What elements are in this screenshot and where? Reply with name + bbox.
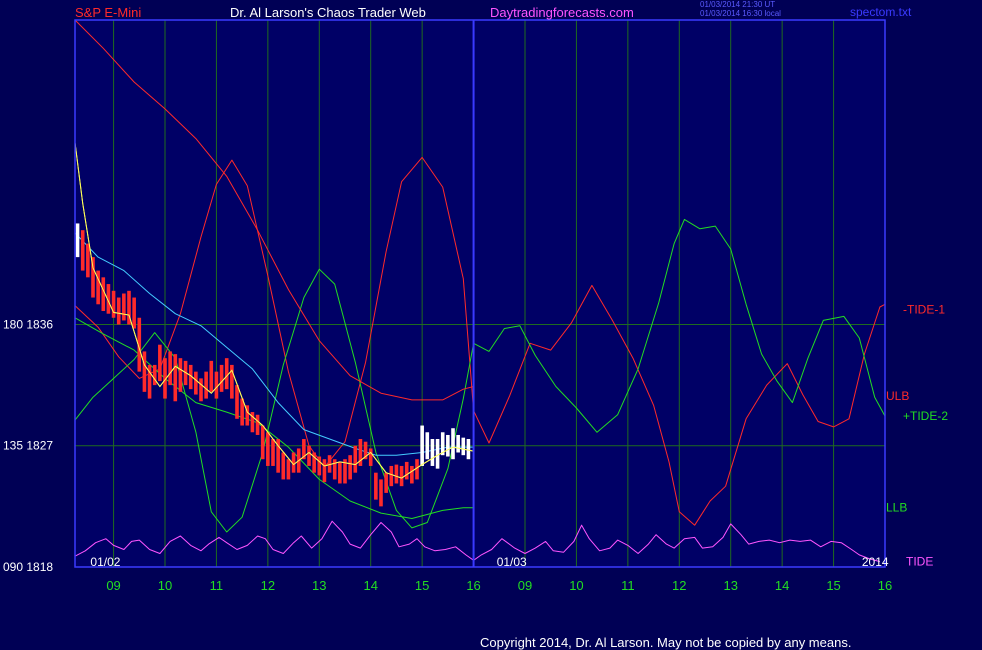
x-tick-label: 12 <box>261 578 275 593</box>
price-bar <box>317 456 322 476</box>
date-label: 2014 <box>862 555 889 569</box>
price-bar <box>430 439 435 466</box>
price-bar <box>456 434 460 453</box>
price-bar <box>451 428 455 460</box>
price-bar <box>260 425 265 460</box>
series-label: -TIDE-1 <box>903 303 945 317</box>
price-bar <box>399 465 404 487</box>
price-bar <box>332 459 337 480</box>
x-tick-label: 10 <box>158 578 172 593</box>
price-bar <box>410 465 414 484</box>
price-bar <box>425 432 430 460</box>
site-title: Dr. Al Larson's Chaos Trader Web <box>230 5 426 20</box>
x-tick-label: 09 <box>518 578 532 593</box>
price-bar <box>404 461 409 480</box>
y-tick-label: 180 1836 <box>3 317 53 331</box>
x-tick-label: 13 <box>312 578 326 593</box>
series-label: TIDE <box>906 555 933 569</box>
price-bar <box>168 351 172 386</box>
price-bar <box>101 277 106 312</box>
copyright: Copyright 2014, Dr. Al Larson. May not b… <box>480 635 852 650</box>
price-bar <box>338 461 342 484</box>
price-bar <box>271 439 275 466</box>
x-tick-label: 14 <box>363 578 377 593</box>
x-tick-label: 12 <box>672 578 686 593</box>
spectom-chart: 180 1836 135 1827 090 1818 09 10 11 12 13 14 15 16… <box>3 19 948 593</box>
x-tick-label: 13 <box>723 578 737 593</box>
instrument-title: S&P E-Mini <box>75 5 142 20</box>
price-bar <box>173 354 178 402</box>
price-bar <box>286 459 291 480</box>
price-bar <box>266 432 270 466</box>
price-bar <box>80 230 85 271</box>
price-bar <box>348 455 352 480</box>
x-tick-label: 16 <box>466 578 480 593</box>
price-bar <box>394 464 399 484</box>
date-label: 01/02 <box>90 555 120 569</box>
timestamp-local: 01/03/2014 16:30 local <box>700 9 781 18</box>
price-bar <box>224 358 229 390</box>
price-bar <box>379 479 383 507</box>
x-tick-label: 11 <box>210 578 224 593</box>
price-bar <box>322 459 327 483</box>
price-bar <box>209 360 214 392</box>
price-bar <box>152 364 157 386</box>
site-link[interactable]: Daytradingforecasts.com <box>490 5 634 20</box>
price-bar <box>75 223 80 258</box>
price-bar <box>194 371 198 395</box>
price-bar <box>374 472 378 500</box>
price-bar <box>91 257 95 298</box>
x-tick-label: 14 <box>775 578 789 593</box>
price-bar <box>142 351 147 392</box>
price-bar <box>111 290 116 318</box>
plot-area <box>75 20 885 567</box>
x-tick-label: 09 <box>106 578 120 593</box>
price-bar <box>178 358 183 392</box>
price-bar <box>116 297 121 325</box>
price-bar <box>214 371 219 399</box>
series-label: LLB <box>886 501 907 515</box>
price-bar <box>353 445 358 473</box>
price-bar <box>461 437 466 456</box>
x-tick-label: 11 <box>621 578 635 593</box>
price-bar <box>389 465 394 487</box>
x-tick-label: 16 <box>878 578 892 593</box>
y-tick-label: 090 1818 <box>3 560 53 574</box>
price-bar <box>199 378 203 402</box>
price-bar <box>368 448 373 466</box>
price-bar <box>446 434 450 457</box>
price-bar <box>86 243 90 278</box>
x-tick-label: 15 <box>826 578 840 593</box>
y-tick-label: 135 1827 <box>3 439 53 453</box>
timestamp-ut: 01/03/2014 21:30 UT <box>700 0 776 9</box>
price-bar <box>158 344 162 382</box>
price-bar <box>122 293 126 321</box>
x-tick-label: 10 <box>569 578 583 593</box>
price-bar <box>420 425 424 466</box>
file-name: spectom.txt <box>850 5 912 19</box>
price-bar <box>435 439 440 469</box>
price-bar <box>307 445 311 466</box>
price-bar <box>204 371 208 399</box>
price-bar <box>466 439 471 460</box>
price-bar <box>255 414 260 435</box>
price-bar <box>132 297 136 329</box>
x-tick-label: 15 <box>415 578 429 593</box>
price-bar <box>281 452 286 480</box>
series-label: +TIDE-2 <box>903 409 948 423</box>
price-bar <box>235 385 239 419</box>
series-label: ULB <box>886 389 909 403</box>
price-bar <box>384 472 388 493</box>
price-bar <box>219 364 224 392</box>
date-label: 01/03 <box>497 555 527 569</box>
